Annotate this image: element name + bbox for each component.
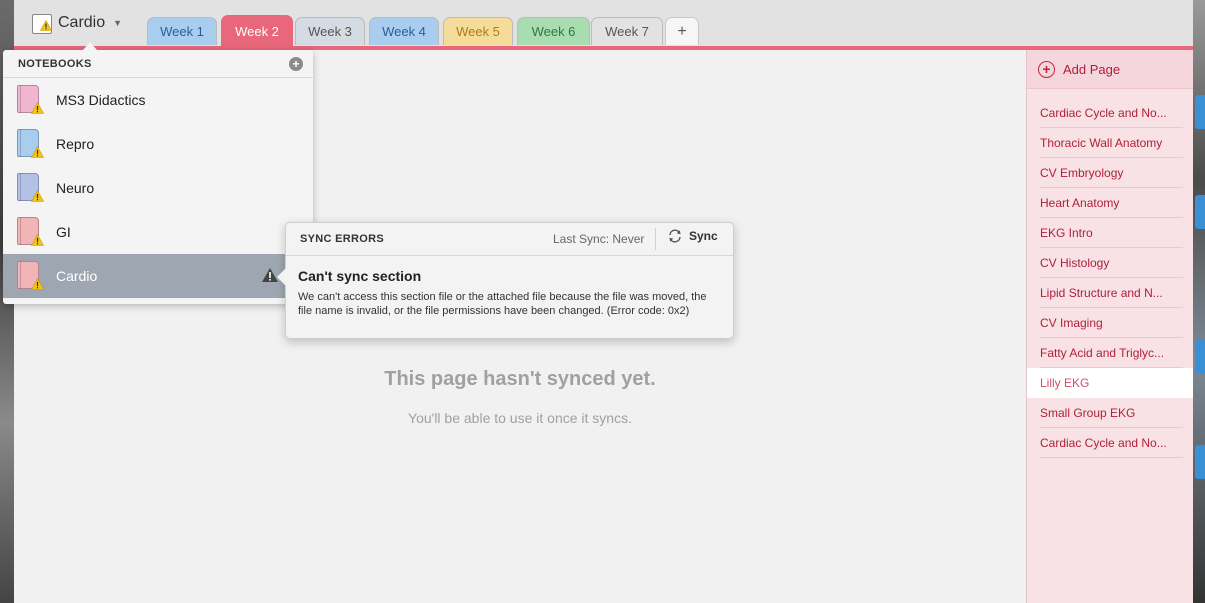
page-item[interactable]: Lilly EKG — [1027, 368, 1193, 398]
page-item[interactable]: CV Histology — [1027, 248, 1193, 278]
sync-error-heading: Can't sync section — [298, 268, 422, 284]
sync-errors-header: SYNC ERRORS Last Sync: Never Sync — [286, 223, 733, 256]
notebook-icon — [17, 85, 44, 115]
notebook-label: Cardio — [56, 268, 98, 284]
notebook-item[interactable]: MS3 Didactics — [3, 78, 313, 122]
warning-icon — [31, 190, 44, 202]
section-tab[interactable]: Week 1 — [147, 17, 217, 45]
warning-icon — [40, 20, 52, 31]
add-section-button[interactable]: + — [665, 17, 699, 45]
section-tab[interactable]: Week 4 — [369, 17, 439, 45]
popover-caret — [83, 42, 97, 50]
desktop-background-right — [1193, 0, 1205, 603]
section-tab[interactable]: Week 3 — [295, 17, 365, 45]
notebook-icon — [17, 217, 44, 247]
section-tab-bar: Cardio ▼ Week 1 Week 2 Week 3 Week 4 Week 5W… — [14, 0, 1193, 50]
plus-circle-icon[interactable]: + — [289, 56, 303, 71]
page-item[interactable]: Heart Anatomy — [1027, 188, 1193, 218]
page-list-pane: + Add Page Cardiac Cycle and No... Thorac… — [1026, 50, 1193, 603]
page-item[interactable]: Cardiac Cycle and No... — [1027, 98, 1193, 128]
notebook-item[interactable]: Cardio — [3, 254, 313, 298]
section-tab[interactable]: Week 5 — [443, 17, 513, 45]
notebook-label: Neuro — [56, 180, 95, 196]
warning-icon — [31, 234, 44, 246]
notebook-icon — [32, 14, 52, 34]
sync-error-message: We can't access this section file or the… — [298, 291, 707, 317]
plus-circle-icon: + — [1038, 60, 1055, 78]
section-tab[interactable]: Week 7 — [591, 17, 663, 45]
notebook-label: MS3 Didactics — [56, 92, 146, 108]
page-item[interactable]: Fatty Acid and Triglyc... — [1027, 338, 1193, 368]
notebook-label: Repro — [56, 136, 95, 152]
notebooks-dropdown: NOTEBOOKS + MS3 Didactics Repro Neuro GI Car… — [3, 50, 313, 304]
page-item[interactable]: CV Embryology — [1027, 158, 1193, 188]
unsynced-subtitle: You'll be able to use it once it syncs. — [408, 410, 632, 426]
notebook-label: GI — [56, 224, 71, 240]
page-item[interactable]: Small Group EKG — [1027, 398, 1193, 428]
notebooks-header: NOTEBOOKS + — [3, 50, 313, 78]
sync-button[interactable]: Sync — [667, 229, 718, 243]
page-item[interactable]: Cardiac Cycle and No... — [1027, 428, 1193, 458]
notebook-icon — [17, 261, 44, 291]
unsynced-title: This page hasn't synced yet. — [384, 368, 656, 390]
chevron-down-icon: ▼ — [113, 18, 123, 28]
page-item[interactable]: EKG Intro — [1027, 218, 1193, 248]
section-tab[interactable]: Week 6 — [517, 17, 590, 45]
sync-error-body: Can't sync section We can't access this … — [286, 256, 733, 318]
page-item[interactable]: Thoracic Wall Anatomy — [1027, 128, 1193, 158]
notebook-icon — [17, 173, 44, 203]
sync-icon — [669, 229, 681, 243]
section-tab[interactable]: Week 2 — [221, 15, 293, 46]
notebook-icon — [17, 129, 44, 159]
current-notebook-title: Cardio — [58, 14, 106, 31]
popover-arrow — [277, 268, 286, 286]
sync-button-label: Sync — [689, 229, 718, 243]
page-item[interactable]: CV Imaging — [1027, 308, 1193, 338]
notebook-switcher[interactable]: Cardio ▼ — [32, 14, 123, 34]
notebook-item[interactable]: Repro — [3, 122, 313, 166]
divider — [655, 228, 656, 250]
warning-icon — [31, 146, 44, 158]
warning-icon — [31, 102, 44, 114]
notebooks-header-label: NOTEBOOKS — [18, 57, 92, 70]
sync-errors-popover: SYNC ERRORS Last Sync: Never Sync Can't … — [277, 222, 734, 339]
notebook-item[interactable]: Neuro — [3, 166, 313, 210]
page-item[interactable]: Lipid Structure and N... — [1027, 278, 1193, 308]
notebook-item[interactable]: GI — [3, 210, 313, 254]
warning-icon — [31, 278, 44, 290]
last-sync-status: Last Sync: Never — [553, 232, 645, 246]
sync-errors-title: SYNC ERRORS — [300, 233, 384, 245]
add-page-label: Add Page — [1063, 61, 1121, 77]
add-page-button[interactable]: + Add Page — [1027, 50, 1193, 89]
